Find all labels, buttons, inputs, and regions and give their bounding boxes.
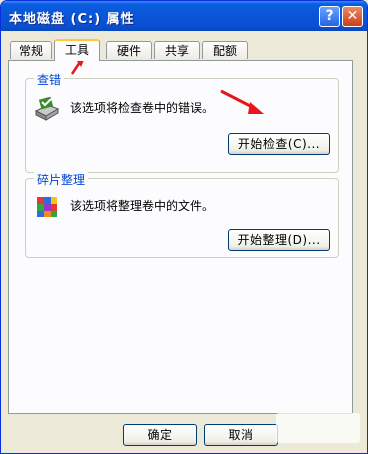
- error-check-group: 查错 该选项将检查卷中的错误。 开始检查(C)...: [25, 71, 339, 173]
- defrag-description: 该选项将整理卷中的文件。: [70, 199, 215, 213]
- error-check-title: 查错: [34, 71, 65, 88]
- window-title: 本地磁盘 (C:) 属性: [9, 12, 135, 27]
- tab-strip: 常规 工具 硬件 共享 配额: [8, 39, 360, 61]
- start-check-button[interactable]: 开始检查(C)...: [228, 133, 330, 155]
- tools-tab-panel: 查错 该选项将检查卷中的错误。 开始检查(C)... 碎片整理 该选项将整理卷中…: [8, 60, 353, 414]
- close-button[interactable]: ✕: [342, 6, 363, 27]
- check-disk-icon: [34, 97, 60, 121]
- tab-tools[interactable]: 工具: [54, 39, 100, 61]
- tab-hardware[interactable]: 硬件: [106, 41, 152, 59]
- cancel-button[interactable]: 取消: [204, 424, 278, 446]
- watermark-overlay: [276, 413, 360, 443]
- error-check-description: 该选项将检查卷中的错误。: [70, 101, 215, 115]
- defrag-icon: [37, 197, 57, 217]
- help-button[interactable]: ?: [319, 6, 340, 27]
- properties-window: 本地磁盘 (C:) 属性 ? ✕ 常规 工具 硬件 共享 配额 查错 该选项将检…: [0, 0, 368, 454]
- ok-button[interactable]: 确定: [123, 424, 197, 446]
- tab-sharing[interactable]: 共享: [154, 41, 200, 59]
- annotation-arrow-tab: [70, 60, 84, 75]
- tab-quota[interactable]: 配额: [202, 41, 248, 59]
- defrag-group: 碎片整理 该选项将整理卷中的文件。 开始整理(D)...: [25, 171, 339, 258]
- tab-general[interactable]: 常规: [10, 41, 52, 59]
- defrag-title: 碎片整理: [34, 171, 89, 188]
- start-defrag-button[interactable]: 开始整理(D)...: [228, 229, 330, 251]
- annotation-arrow-check: [220, 89, 264, 114]
- title-bar[interactable]: 本地磁盘 (C:) 属性 ? ✕: [1, 1, 367, 31]
